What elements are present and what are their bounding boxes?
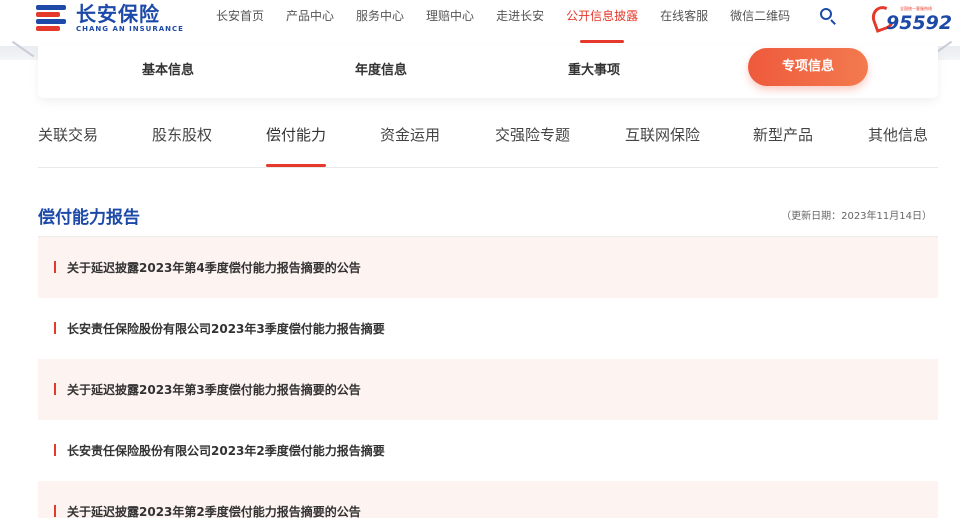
tab-related-transactions[interactable]: 关联交易 [38, 124, 98, 168]
nav-item-online-service[interactable]: 在线客服 [660, 0, 708, 46]
category-basic-info[interactable]: 基本信息 [98, 58, 238, 84]
report-row[interactable]: 长安责任保险股份有限公司2023年3季度偿付能力报告摘要 [38, 298, 938, 359]
nav-item-service[interactable]: 服务中心 [356, 0, 404, 46]
report-row[interactable]: 关于延迟披露2023年第2季度偿付能力报告摘要的公告 [38, 481, 938, 518]
hotline: 全国统一客服热线 95592 [868, 2, 952, 34]
row-marker [54, 505, 56, 517]
search-icon[interactable] [818, 6, 838, 26]
report-row[interactable]: 关于延迟披露2023年第4季度偿付能力报告摘要的公告 [38, 237, 938, 298]
top-navigation-bar: 长安保险 CHANG AN INSURANCE 长安首页 产品中心 服务中心 理… [0, 0, 960, 46]
nav-item-disclosure[interactable]: 公开信息披露 [566, 0, 638, 46]
category-major-events[interactable]: 重大事项 [524, 58, 664, 84]
tab-shareholders[interactable]: 股东股权 [152, 124, 212, 168]
logo-chinese-name: 长安保险 [76, 1, 160, 26]
tab-compulsory-insurance[interactable]: 交强险专题 [495, 124, 570, 168]
report-row[interactable]: 关于延迟披露2023年第3季度偿付能力报告摘要的公告 [38, 359, 938, 420]
report-title[interactable]: 长安责任保险股份有限公司2023年3季度偿付能力报告摘要 [67, 320, 385, 337]
row-marker [54, 383, 56, 395]
category-special-info[interactable]: 专项信息 [748, 48, 868, 86]
main-nav: 长安首页 产品中心 服务中心 理赔中心 走进长安 公开信息披露 在线客服 微信二… [216, 0, 812, 46]
report-title[interactable]: 长安责任保险股份有限公司2023年2季度偿付能力报告摘要 [67, 442, 385, 459]
tab-internet-insurance[interactable]: 互联网保险 [625, 124, 700, 168]
update-date: （更新日期：2023年11月14日） [781, 211, 932, 222]
logo-english-name: CHANG AN INSURANCE [76, 24, 184, 33]
nav-item-claims[interactable]: 理赔中心 [426, 0, 474, 46]
logo-mark-icon [36, 2, 70, 34]
nav-item-home[interactable]: 长安首页 [216, 0, 264, 46]
category-annual-info[interactable]: 年度信息 [311, 58, 451, 84]
tab-new-products[interactable]: 新型产品 [753, 124, 813, 168]
row-marker [54, 322, 56, 334]
hotline-number: 95592 [886, 12, 953, 34]
nav-item-about[interactable]: 走进长安 [496, 0, 544, 46]
row-marker [54, 444, 56, 456]
report-row[interactable]: 长安责任保险股份有限公司2023年2季度偿付能力报告摘要 [38, 420, 938, 481]
category-card: 基本信息 年度信息 重大事项 专项信息 [38, 46, 938, 98]
report-title[interactable]: 关于延迟披露2023年第4季度偿付能力报告摘要的公告 [67, 259, 361, 276]
report-list: 关于延迟披露2023年第4季度偿付能力报告摘要的公告 长安责任保险股份有限公司2… [38, 237, 938, 518]
section-title: 偿付能力报告 [38, 208, 140, 228]
chang-an-logo[interactable]: 长安保险 CHANG AN INSURANCE [36, 2, 184, 34]
report-title[interactable]: 关于延迟披露2023年第3季度偿付能力报告摘要的公告 [67, 381, 361, 398]
tab-solvency[interactable]: 偿付能力 [266, 124, 327, 168]
nav-item-wechat-qr[interactable]: 微信二维码 [730, 0, 790, 46]
row-marker [54, 261, 56, 273]
tab-fund-usage[interactable]: 资金运用 [380, 124, 440, 168]
report-title[interactable]: 关于延迟披露2023年第2季度偿付能力报告摘要的公告 [67, 503, 361, 518]
nav-item-products[interactable]: 产品中心 [286, 0, 334, 46]
sub-tabs: 关联交易 股东股权 偿付能力 资金运用 交强险专题 互联网保险 新型产品 其他信… [38, 112, 938, 168]
tab-other-info[interactable]: 其他信息 [868, 124, 928, 168]
